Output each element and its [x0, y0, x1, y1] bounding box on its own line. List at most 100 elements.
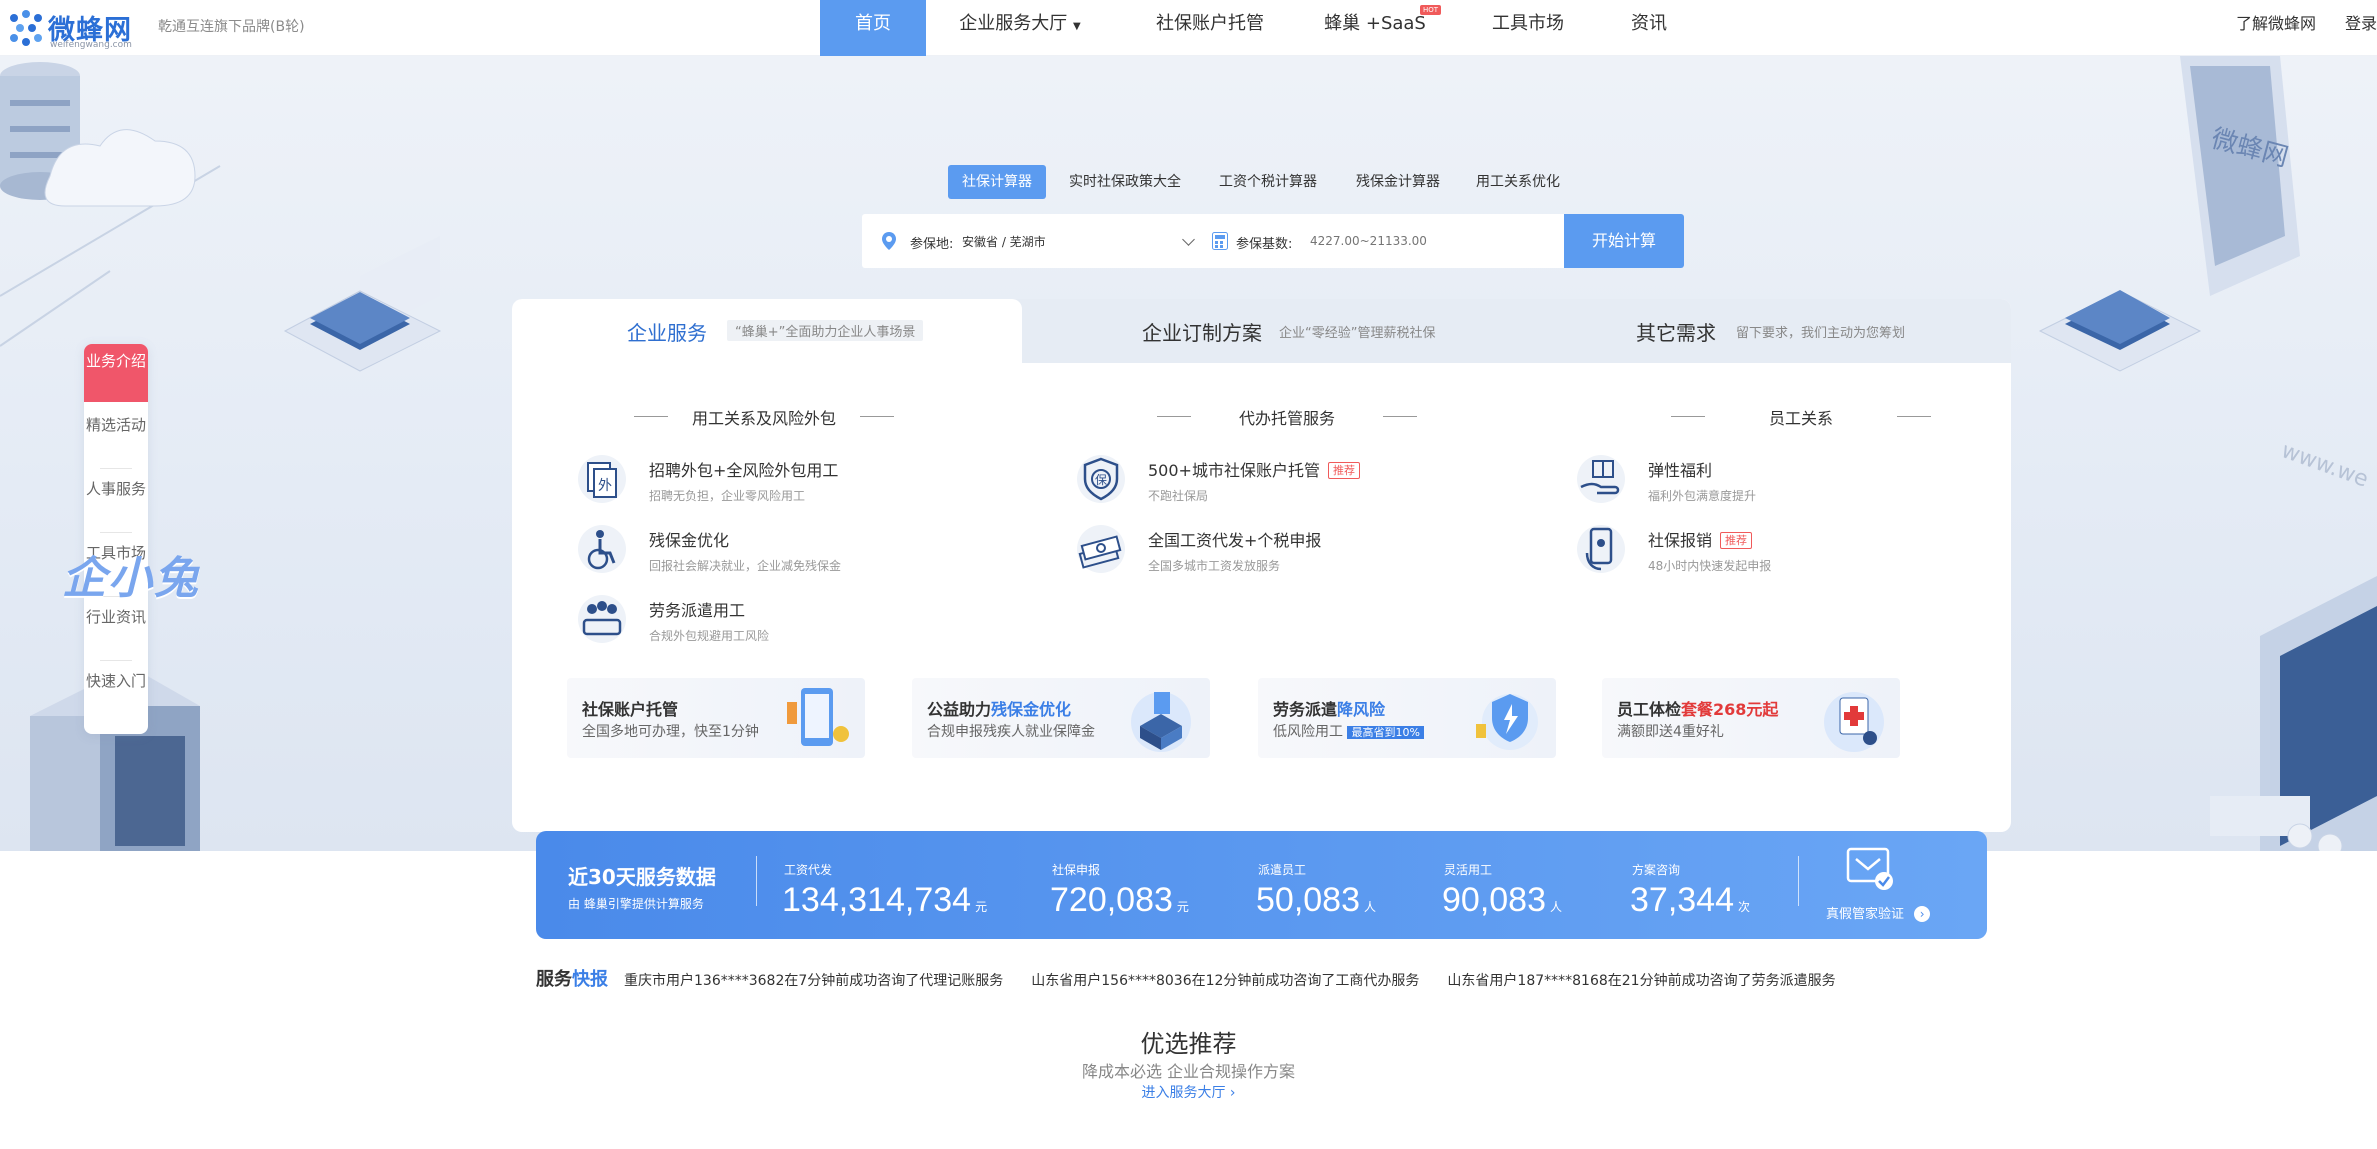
- stats-title: 近30天服务数据: [568, 865, 716, 889]
- about-link[interactable]: 了解微蜂网: [2236, 0, 2316, 48]
- logo-url: weifengwang.com: [50, 40, 132, 50]
- stat-number: 37,344: [1630, 881, 1734, 919]
- tab-policy[interactable]: 实时社保政策大全: [1060, 165, 1190, 199]
- service-item[interactable]: 弹性福利 福利外包满意度提升: [1575, 453, 2011, 513]
- tab-employment-opt[interactable]: 用工关系优化: [1466, 165, 1570, 199]
- promo-card-dispatch[interactable]: 劳务派遣降风险 低风险用工 最高省到10%: [1258, 678, 1556, 758]
- promo-title-a: 劳务派遣: [1273, 700, 1338, 719]
- verify-link[interactable]: 真假管家验证 ›: [1826, 903, 1931, 922]
- stat-label: 方案咨询: [1632, 863, 1681, 877]
- ticker-lines: 重庆市用户136****3682在7分钟前成功咨询了代理记账服务 山东省用户15…: [624, 955, 1984, 993]
- service-title: 全国工资代发+个税申报: [1148, 531, 1322, 550]
- service-news-ticker: 服务快报 重庆市用户136****3682在7分钟前成功咨询了代理记账服务 山东…: [536, 955, 1987, 993]
- stat-number: 720,083: [1050, 881, 1173, 919]
- promo-title-a: 公益助力: [927, 700, 992, 719]
- service-desc: 全国多城市工资发放服务: [1148, 559, 1281, 573]
- stat-unit: 人: [1550, 900, 1563, 914]
- stat-unit: 次: [1738, 900, 1751, 914]
- service-item[interactable]: 社保报销 推荐 48小时内快速发起申报: [1575, 523, 2011, 583]
- promo-desc-text: 低风险用工: [1273, 724, 1343, 740]
- svg-text:www.we: www.we: [2278, 438, 2372, 492]
- shield-lightning-icon: [1476, 694, 1538, 750]
- nav-account-custody[interactable]: 社保账户托管: [1148, 0, 1272, 56]
- service-item[interactable]: 全国工资代发+个税申报 全国多城市工资发放服务: [1075, 523, 1515, 583]
- service-title: 500+城市社保账户托管 推荐: [1148, 457, 1360, 481]
- ticker-title-b: 快报: [572, 969, 608, 990]
- service-item[interactable]: 残保金优化 回报社会解决就业，企业减免残保金: [576, 523, 1016, 583]
- chevron-down-icon[interactable]: [1182, 233, 1195, 246]
- arrow-right-circle-icon: ›: [1914, 906, 1931, 922]
- promo-title-red: 套餐268元起: [1681, 700, 1779, 719]
- ticker-line-prev: [624, 955, 1984, 970]
- tab-social-security-calc[interactable]: 社保计算器: [948, 165, 1046, 199]
- tab-other-needs[interactable]: 其它需求 留下要求，我们主动为您筹划: [1512, 299, 1992, 363]
- base-input[interactable]: [1310, 227, 1500, 255]
- logo-mark-icon: [10, 10, 42, 46]
- tab-disability-calc[interactable]: 残保金计算器: [1346, 165, 1450, 199]
- phone-icon: [1577, 525, 1625, 573]
- stats-subtitle: 由 蜂巢引擎提供计算服务: [568, 897, 704, 911]
- service-item[interactable]: 保 500+城市社保账户托管 推荐 不跑社保局: [1075, 453, 1515, 513]
- service-hall-link[interactable]: 进入服务大厅 ›: [0, 1082, 2377, 1102]
- tab-subtitle: 企业“零经验”管理薪税社保: [1279, 326, 1436, 341]
- wheelchair-icon: [578, 525, 626, 573]
- tab-title: 其它需求: [1636, 321, 1716, 345]
- side-item-news[interactable]: 行业资讯: [84, 600, 148, 658]
- stat-value: 90,083 人: [1442, 881, 1562, 920]
- service-item[interactable]: 外 招聘外包+全风险外包用工 招聘无负担，企业零风险用工: [576, 453, 1016, 513]
- caret-down-icon: ▼: [1073, 21, 1081, 32]
- service-item[interactable]: 劳务派遣用工 合规外包规避用工风险: [576, 593, 1016, 653]
- stat-number: 50,083: [1256, 881, 1360, 919]
- side-item-business-intro[interactable]: 业务介绍: [84, 344, 148, 402]
- promo-card-account-custody[interactable]: 社保账户托管 全国多地可办理，快至1分钟: [567, 678, 865, 758]
- promo-title: 公益助力残保金优化: [927, 696, 1071, 720]
- promo-card-disability[interactable]: 公益助力残保金优化 合规申报残疾人就业保障金: [912, 678, 1210, 758]
- tab-subtitle: “蜂巢+”全面助力企业人事场景: [727, 320, 924, 341]
- tab-enterprise-service[interactable]: 企业服务 “蜂巢+”全面助力企业人事场景: [512, 299, 1022, 365]
- promo-desc: 全国多地可办理，快至1分钟: [582, 724, 759, 740]
- stat-value: 134,314,734 元: [782, 881, 987, 920]
- divider: [1798, 856, 1799, 906]
- stat-number: 134,314,734: [782, 881, 972, 919]
- nav-tools[interactable]: 工具市场: [1488, 0, 1568, 56]
- ticker-title: 服务快报: [536, 965, 608, 991]
- promo-desc: 低风险用工 最高省到10%: [1273, 721, 1424, 741]
- login-link[interactable]: 登录: [2345, 0, 2377, 48]
- stat-unit: 元: [1176, 900, 1189, 914]
- nav-news[interactable]: 资讯: [1626, 0, 1672, 56]
- column-heading-employee: 员工关系: [1671, 405, 1931, 429]
- tab-title: 企业订制方案: [1142, 321, 1262, 345]
- nav-home[interactable]: 首页: [820, 0, 926, 56]
- location-label: 参保地:: [910, 237, 954, 252]
- service-title-text: 500+城市社保账户托管: [1148, 461, 1320, 480]
- tab-custom-plan[interactable]: 企业订制方案 企业“零经验”管理薪税社保: [1032, 299, 1512, 363]
- nav-service-hall[interactable]: 企业服务大厅 ▼: [950, 0, 1090, 56]
- promo-desc: 合规申报残疾人就业保障金: [927, 724, 1095, 740]
- verify-label: 真假管家验证: [1826, 907, 1905, 922]
- tab-tax-calc[interactable]: 工资个税计算器: [1208, 165, 1328, 199]
- verify-certificate-icon: [1846, 847, 1893, 890]
- logo[interactable]: 微蜂网 weifengwang.com: [6, 6, 140, 50]
- medical-illustration-icon: [1824, 692, 1884, 752]
- promo-badge: 最高省到10%: [1347, 726, 1424, 739]
- side-item-quickstart[interactable]: 快速入门: [84, 664, 148, 722]
- promo-card-health-check[interactable]: 员工体检套餐268元起 满额即送4重好礼: [1602, 678, 1900, 758]
- phone-illustration-icon: [787, 688, 849, 746]
- tab-title: 企业服务: [627, 321, 707, 345]
- start-calc-button[interactable]: 开始计算: [1564, 214, 1684, 268]
- calculator-icon: [1212, 232, 1228, 250]
- service-card: 企业服务 “蜂巢+”全面助力企业人事场景 企业订制方案 企业“零经验”管理薪税社…: [512, 299, 2011, 832]
- promo-title-highlight: 残保金优化: [991, 700, 1072, 719]
- base-label: 参保基数:: [1236, 237, 1293, 252]
- side-item-activities[interactable]: 精选活动: [84, 408, 148, 466]
- side-item-hr-service[interactable]: 人事服务: [84, 472, 148, 530]
- promo-title: 社保账户托管: [582, 700, 679, 719]
- ticker-line: 重庆市用户136****3682在7分钟前成功咨询了代理记账服务 山东省用户15…: [624, 973, 1836, 989]
- hot-badge: HOT: [1420, 5, 1442, 15]
- service-desc: 招聘无负担，企业零风险用工: [649, 489, 806, 503]
- meeting-icon: [578, 595, 626, 643]
- location-select[interactable]: 安徽省 / 芜湖市: [962, 233, 1046, 250]
- stat-label: 社保申报: [1052, 863, 1101, 877]
- promo-title-a: 员工体检: [1617, 700, 1682, 719]
- nav-saas[interactable]: 蜂巢 +SaaS: [1322, 0, 1428, 56]
